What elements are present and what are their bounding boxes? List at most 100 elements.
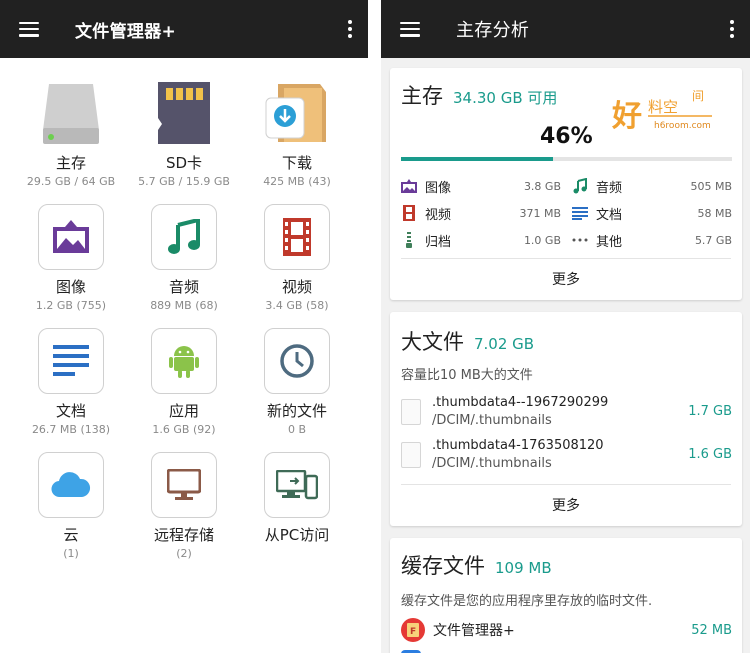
grid-item-remote-storage[interactable]: 远程存储 (2) <box>129 452 239 560</box>
storage-available: 34.30 GB 可用 <box>453 89 558 107</box>
more-options-icon[interactable] <box>730 20 734 38</box>
app-title: 文件管理器+ <box>75 21 177 42</box>
category-size: 58 MB <box>697 206 732 220</box>
large-files-more-button[interactable]: 更多 <box>401 484 731 526</box>
category-name: 其他 <box>596 234 623 250</box>
film-icon <box>401 205 417 221</box>
item-label: 图像 <box>55 278 86 296</box>
file-icon <box>401 398 421 425</box>
item-label: 应用 <box>168 402 199 420</box>
category-size: 371 MB <box>519 206 561 220</box>
file-manager-home: 文件管理器+ 主存 29.5 GB / 64 GB SD卡 5.7 GB / 1… <box>0 0 368 653</box>
document-lines-icon <box>38 328 104 394</box>
svg-text:F: F <box>410 627 416 637</box>
item-size: 26.7 MB (138) <box>31 423 111 436</box>
category-name: 文档 <box>596 207 623 223</box>
grid-item-apps[interactable]: 应用 1.6 GB (92) <box>129 328 239 436</box>
top-app-bar: 文件管理器+ <box>0 0 368 58</box>
file-icon <box>401 441 421 468</box>
grid-item-downloads[interactable]: 下载 425 MB (43) <box>242 80 352 188</box>
category-archives[interactable]: 归档 1.0 GB <box>401 230 561 250</box>
file-name: .thumbdata4-1763508120 <box>432 438 604 453</box>
large-file-row[interactable]: .thumbdata4-1763508120 /DCIM/.thumbnails… <box>401 438 732 471</box>
cache-app-row[interactable]: F 文件管理器+ 52 MB <box>401 618 732 642</box>
item-size: 1.2 GB (755) <box>35 299 107 312</box>
item-label: 远程存储 <box>153 526 214 544</box>
grid-item-images[interactable]: 图像 1.2 GB (755) <box>16 204 126 312</box>
cloud-icon <box>38 452 104 518</box>
large-files-total: 7.02 GB <box>474 335 535 353</box>
file-name: .thumbdata4--1967290299 <box>432 395 609 410</box>
storage-more-button[interactable]: 更多 <box>401 258 731 300</box>
screen-title: 主存分析 <box>456 20 530 41</box>
item-label: 从PC访问 <box>264 526 330 544</box>
download-folder-icon <box>264 80 330 146</box>
category-size: 505 MB <box>690 179 732 193</box>
film-icon <box>264 204 330 270</box>
item-label: 音频 <box>168 278 199 296</box>
item-label: 视频 <box>281 278 312 296</box>
category-name: 音频 <box>596 180 623 196</box>
category-size: 5.7 GB <box>694 233 732 247</box>
more-options-icon[interactable] <box>348 20 352 38</box>
storage-title: 主存 <box>401 84 443 108</box>
category-name: 归档 <box>425 234 452 250</box>
svg-text:料空: 料空 <box>648 98 678 116</box>
music-note-icon <box>151 204 217 270</box>
item-size: 1.6 GB (92) <box>152 423 216 436</box>
large-files-description: 容量比10 MB大的文件 <box>401 368 533 383</box>
grid-item-main-storage[interactable]: 主存 29.5 GB / 64 GB <box>16 80 126 188</box>
item-size: 425 MB (43) <box>263 175 331 188</box>
grid-item-video[interactable]: 视频 3.4 GB (58) <box>242 204 352 312</box>
grid-item-documents[interactable]: 文档 26.7 MB (138) <box>16 328 126 436</box>
cache-description: 缓存文件是您的应用程序里存放的临时文件. <box>401 594 653 609</box>
grid-item-new-files[interactable]: 新的文件 0 B <box>242 328 352 436</box>
document-lines-icon <box>572 205 588 221</box>
item-label: 文档 <box>55 402 86 420</box>
menu-icon[interactable] <box>400 21 420 37</box>
monitor-icon <box>151 452 217 518</box>
item-label: 云 <box>63 526 79 544</box>
storage-card: 主存 34.30 GB 可用 好 料空 间 h6room.com 46% 图像 … <box>390 68 742 300</box>
grid-item-cloud[interactable]: 云 (1) <box>16 452 126 560</box>
cache-app-name: 文件管理器+ <box>433 623 515 639</box>
item-label: SD卡 <box>165 154 203 172</box>
cache-title: 缓存文件 <box>401 554 485 578</box>
pc-phone-icon <box>264 452 330 518</box>
category-images[interactable]: 图像 3.8 GB <box>401 176 561 196</box>
large-files-title: 大文件 <box>401 330 464 354</box>
category-documents[interactable]: 文档 58 MB <box>572 203 732 223</box>
watermark-logo: 好 料空 间 h6room.com <box>611 86 722 146</box>
svg-text:h6room.com: h6room.com <box>654 121 711 131</box>
grid-item-audio[interactable]: 音频 889 MB (68) <box>129 204 239 312</box>
storage-usage-bar <box>401 157 732 161</box>
large-files-card: 大文件 7.02 GB 容量比10 MB大的文件 .thumbdata4--19… <box>390 312 742 526</box>
android-icon <box>151 328 217 394</box>
item-label: 下载 <box>281 154 312 172</box>
music-note-icon <box>572 178 588 194</box>
grid-item-pc-access[interactable]: 从PC访问 <box>242 452 352 547</box>
top-app-bar: 主存分析 <box>381 0 750 58</box>
category-other[interactable]: 其他 5.7 GB <box>572 230 732 250</box>
svg-text:好: 好 <box>612 99 642 134</box>
cache-total: 109 MB <box>495 559 552 577</box>
file-size: 1.6 GB <box>688 447 732 462</box>
large-file-row[interactable]: .thumbdata4--1967290299 /DCIM/.thumbnail… <box>401 395 732 428</box>
category-video[interactable]: 视频 371 MB <box>401 203 561 223</box>
cache-app-size: 52 MB <box>691 622 732 638</box>
file-path: /DCIM/.thumbnails <box>432 456 552 471</box>
cache-card: 缓存文件 109 MB 缓存文件是您的应用程序里存放的临时文件. F 文件管理器… <box>390 538 742 653</box>
item-size: 889 MB (68) <box>150 299 218 312</box>
grid-item-sd-card[interactable]: SD卡 5.7 GB / 15.9 GB <box>129 80 239 188</box>
hard-drive-icon <box>38 80 104 146</box>
dots-icon <box>572 232 588 248</box>
category-audio[interactable]: 音频 505 MB <box>572 176 732 196</box>
menu-icon[interactable] <box>19 21 39 37</box>
item-size: 0 B <box>287 423 307 436</box>
file-manager-app-icon: F <box>401 618 425 642</box>
archive-zipper-icon <box>401 232 417 248</box>
sd-card-icon <box>151 80 217 146</box>
item-label: 新的文件 <box>266 402 327 420</box>
image-icon <box>38 204 104 270</box>
category-name: 图像 <box>425 180 452 196</box>
